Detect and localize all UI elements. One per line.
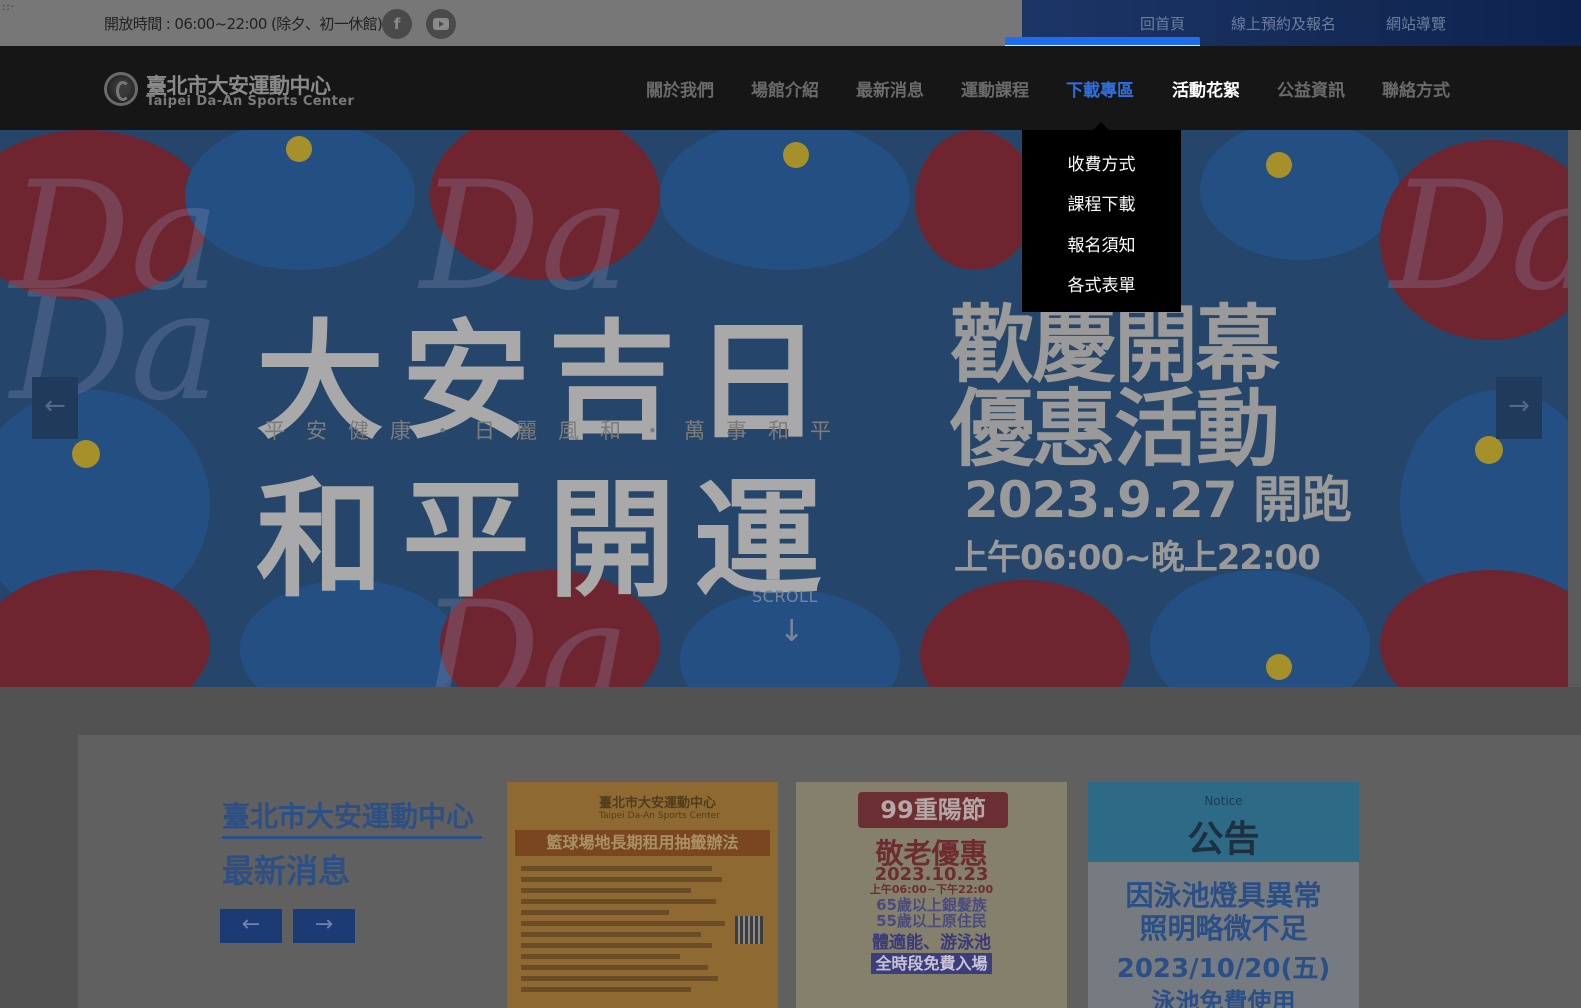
nav-venue[interactable]: 場館介紹 — [751, 76, 819, 101]
facebook-icon[interactable]: f — [382, 9, 412, 39]
card-title: 籃球場地長期租用抽籤辦法 — [515, 830, 770, 856]
card-title: 99重陽節 — [858, 792, 1008, 828]
pattern-apple — [915, 130, 1035, 270]
nav-news[interactable]: 最新消息 — [856, 76, 924, 101]
card-highlight: 全時段免費入場 — [871, 953, 992, 974]
news-card-senior-discount[interactable]: 99重陽節 敬老優惠 2023.10.23 上午06:00~下午22:00 65… — [796, 782, 1067, 1008]
youtube-icon[interactable] — [426, 9, 456, 39]
nav-courses[interactable]: 運動課程 — [961, 76, 1029, 101]
news-card-pool-notice[interactable]: Notice 公告 因泳池燈具異常 照明略微不足 2023/10/20(五) 泳… — [1088, 782, 1359, 1008]
card-line: 照明略微不足 — [1139, 912, 1308, 945]
youtube-play-glyph — [433, 18, 449, 30]
pattern-dot — [1266, 152, 1292, 178]
card-header: 臺北市大安運動中心 Taipei Da-An Sports Center — [507, 782, 778, 824]
online-booking-link[interactable]: 線上預約及報名 — [1231, 13, 1336, 34]
card-title: 公告 — [1187, 819, 1260, 860]
scroll-down-icon[interactable]: ↓ — [779, 614, 804, 649]
news-prev-button[interactable]: ← — [220, 909, 282, 943]
nav-contact[interactable]: 聯絡方式 — [1382, 76, 1450, 101]
pattern-flower — [1200, 130, 1400, 260]
news-section-subtitle: 最新消息 — [222, 852, 351, 890]
pattern-apple — [1380, 570, 1568, 687]
card-line: 全時段免費入場 — [796, 950, 1067, 974]
card-line: 2023/10/20(五) — [1116, 954, 1331, 984]
pattern-dot — [1475, 436, 1503, 464]
pattern-apple — [920, 580, 1130, 687]
sitemap-link[interactable]: 網站導覽 — [1386, 13, 1446, 34]
pattern-script: Da — [1390, 150, 1568, 324]
opening-hours: 開放時間 : 06:00~22:00 (除夕、初一休館) — [104, 15, 383, 33]
pattern-dot — [286, 136, 312, 162]
dropdown-item-registration-notes[interactable]: 報名須知 — [1022, 231, 1181, 256]
dropdown-item-fees[interactable]: 收費方式 — [1022, 150, 1181, 175]
pattern-flower — [1150, 570, 1370, 687]
nav-about[interactable]: 關於我們 — [646, 76, 714, 101]
qr-code-icon — [735, 916, 763, 944]
pattern-dot — [1266, 654, 1292, 680]
facebook-glyph: f — [393, 15, 401, 33]
card-header-cn: 臺北市大安運動中心 — [599, 796, 717, 811]
hero-time-line: 上午06:00~晚上22:00 — [954, 538, 1321, 578]
logo-name-en[interactable]: Taipei Da-An Sports Center — [146, 94, 354, 109]
news-section-title: 臺北市大安運動中心 — [222, 800, 475, 833]
card-header-en: Taipei Da-An Sports Center — [599, 811, 720, 821]
pattern-dot — [72, 440, 100, 468]
downloads-dropdown-menu: 收費方式 課程下載 報名須知 各式表單 — [1022, 122, 1181, 312]
pattern-dot — [783, 142, 809, 168]
dropdown-item-course-download[interactable]: 課程下載 — [1022, 190, 1181, 215]
pattern-apple — [0, 570, 210, 687]
nav-public-welfare[interactable]: 公益資訊 — [1277, 76, 1345, 101]
nav-downloads[interactable]: 下載專區 — [1066, 76, 1134, 101]
card-body-text — [521, 866, 733, 998]
carousel-next-button[interactable]: → — [1496, 377, 1542, 439]
home-link[interactable]: 回首頁 — [1140, 13, 1185, 34]
corner-mark: ::· — [2, 2, 15, 13]
hero-subtitle: 平安健康・日麗風和・萬事和平 — [264, 419, 852, 443]
logo-icon[interactable] — [104, 72, 138, 106]
carousel-prev-button[interactable]: ← — [32, 377, 78, 439]
dropdown-caret-icon — [1092, 122, 1110, 131]
scroll-label[interactable]: SCROLL — [752, 587, 818, 606]
news-card-basketball[interactable]: 臺北市大安運動中心 Taipei Da-An Sports Center 籃球場… — [507, 782, 778, 1008]
card-line: 泳池免費使用 — [1151, 988, 1296, 1008]
news-title-divider — [222, 836, 482, 839]
card-notice-label: Notice — [1204, 794, 1243, 808]
top-bar: ::· 開放時間 : 06:00~22:00 (除夕、初一休館) f 回首頁 線… — [0, 0, 1581, 46]
hero-date-line: 2023.9.27 開跑 — [964, 471, 1352, 529]
news-next-button[interactable]: → — [293, 909, 355, 943]
nav-gallery[interactable]: 活動花絮 — [1172, 76, 1240, 101]
dropdown-item-forms[interactable]: 各式表單 — [1022, 271, 1181, 296]
